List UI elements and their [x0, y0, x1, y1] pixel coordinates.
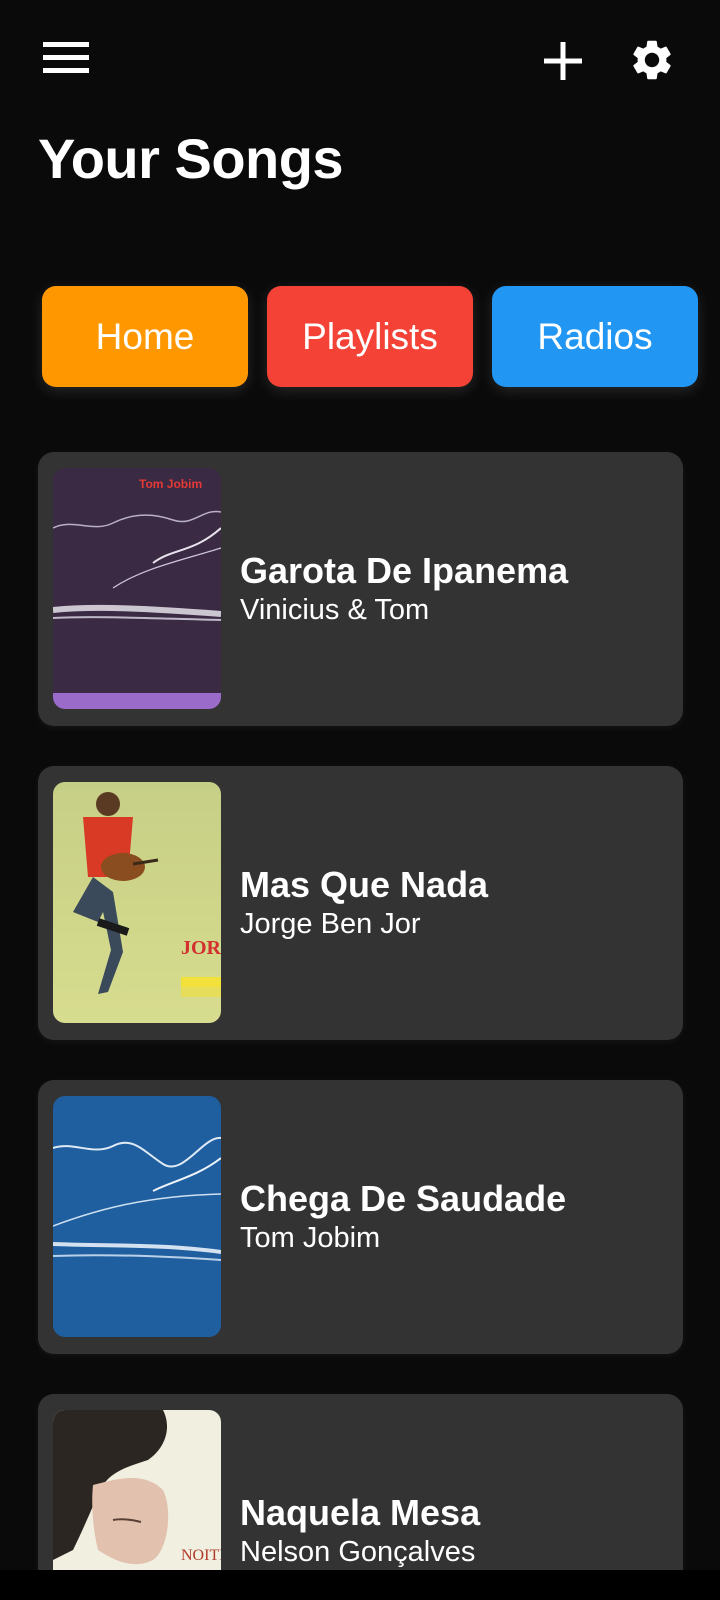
album-cover: JORGE BEN — [53, 782, 221, 1023]
song-card[interactable]: Tom Jobim Garota De Ipanema Vinicius & T… — [38, 452, 683, 726]
add-song-button[interactable] — [534, 32, 592, 90]
radios-category-button[interactable]: Radios — [492, 286, 698, 387]
album-cover-text: Tom Jobim — [139, 477, 202, 491]
song-title: Chega De Saudade — [240, 1178, 567, 1219]
song-artist: Jorge Ben Jor — [240, 908, 421, 940]
album-cover-art: Tom Jobim — [53, 468, 221, 709]
song-title: Garota De Ipanema — [240, 550, 569, 591]
song-card[interactable]: Chega De Saudade Tom Jobim — [38, 1080, 683, 1354]
category-buttons: Home Playlists Radios — [0, 286, 720, 388]
home-category-button[interactable]: Home — [42, 286, 248, 387]
menu-button[interactable] — [36, 32, 96, 84]
album-cover-art: JORGE BEN — [53, 782, 221, 1023]
song-title: Naquela Mesa — [240, 1492, 481, 1533]
song-artist: Vinicius & Tom — [240, 594, 430, 626]
song-artist: Tom Jobim — [240, 1222, 381, 1254]
song-artist: Nelson Gonçalves — [240, 1536, 476, 1568]
album-cover-text: JORGE BEN — [181, 937, 221, 959]
page-title: Your Songs — [38, 127, 344, 190]
system-navigation-bar — [0, 1570, 720, 1600]
top-bar — [0, 0, 720, 120]
album-cover — [53, 1096, 221, 1337]
gear-icon — [633, 40, 671, 80]
playlists-category-button[interactable]: Playlists — [267, 286, 473, 387]
song-card[interactable]: JORGE BEN Mas Que Nada Jorge Ben Jor — [38, 766, 683, 1040]
app-screen: Your Songs Home Playlists Radios Tom Job… — [0, 0, 720, 1600]
album-cover-text: NOITE — [181, 1547, 221, 1564]
hamburger-menu-icon — [43, 42, 89, 73]
album-cover: Tom Jobim — [53, 468, 221, 709]
song-title: Mas Que Nada — [240, 864, 489, 905]
plus-icon — [544, 42, 582, 80]
settings-button[interactable] — [620, 28, 684, 92]
album-cover-art — [53, 1096, 221, 1337]
